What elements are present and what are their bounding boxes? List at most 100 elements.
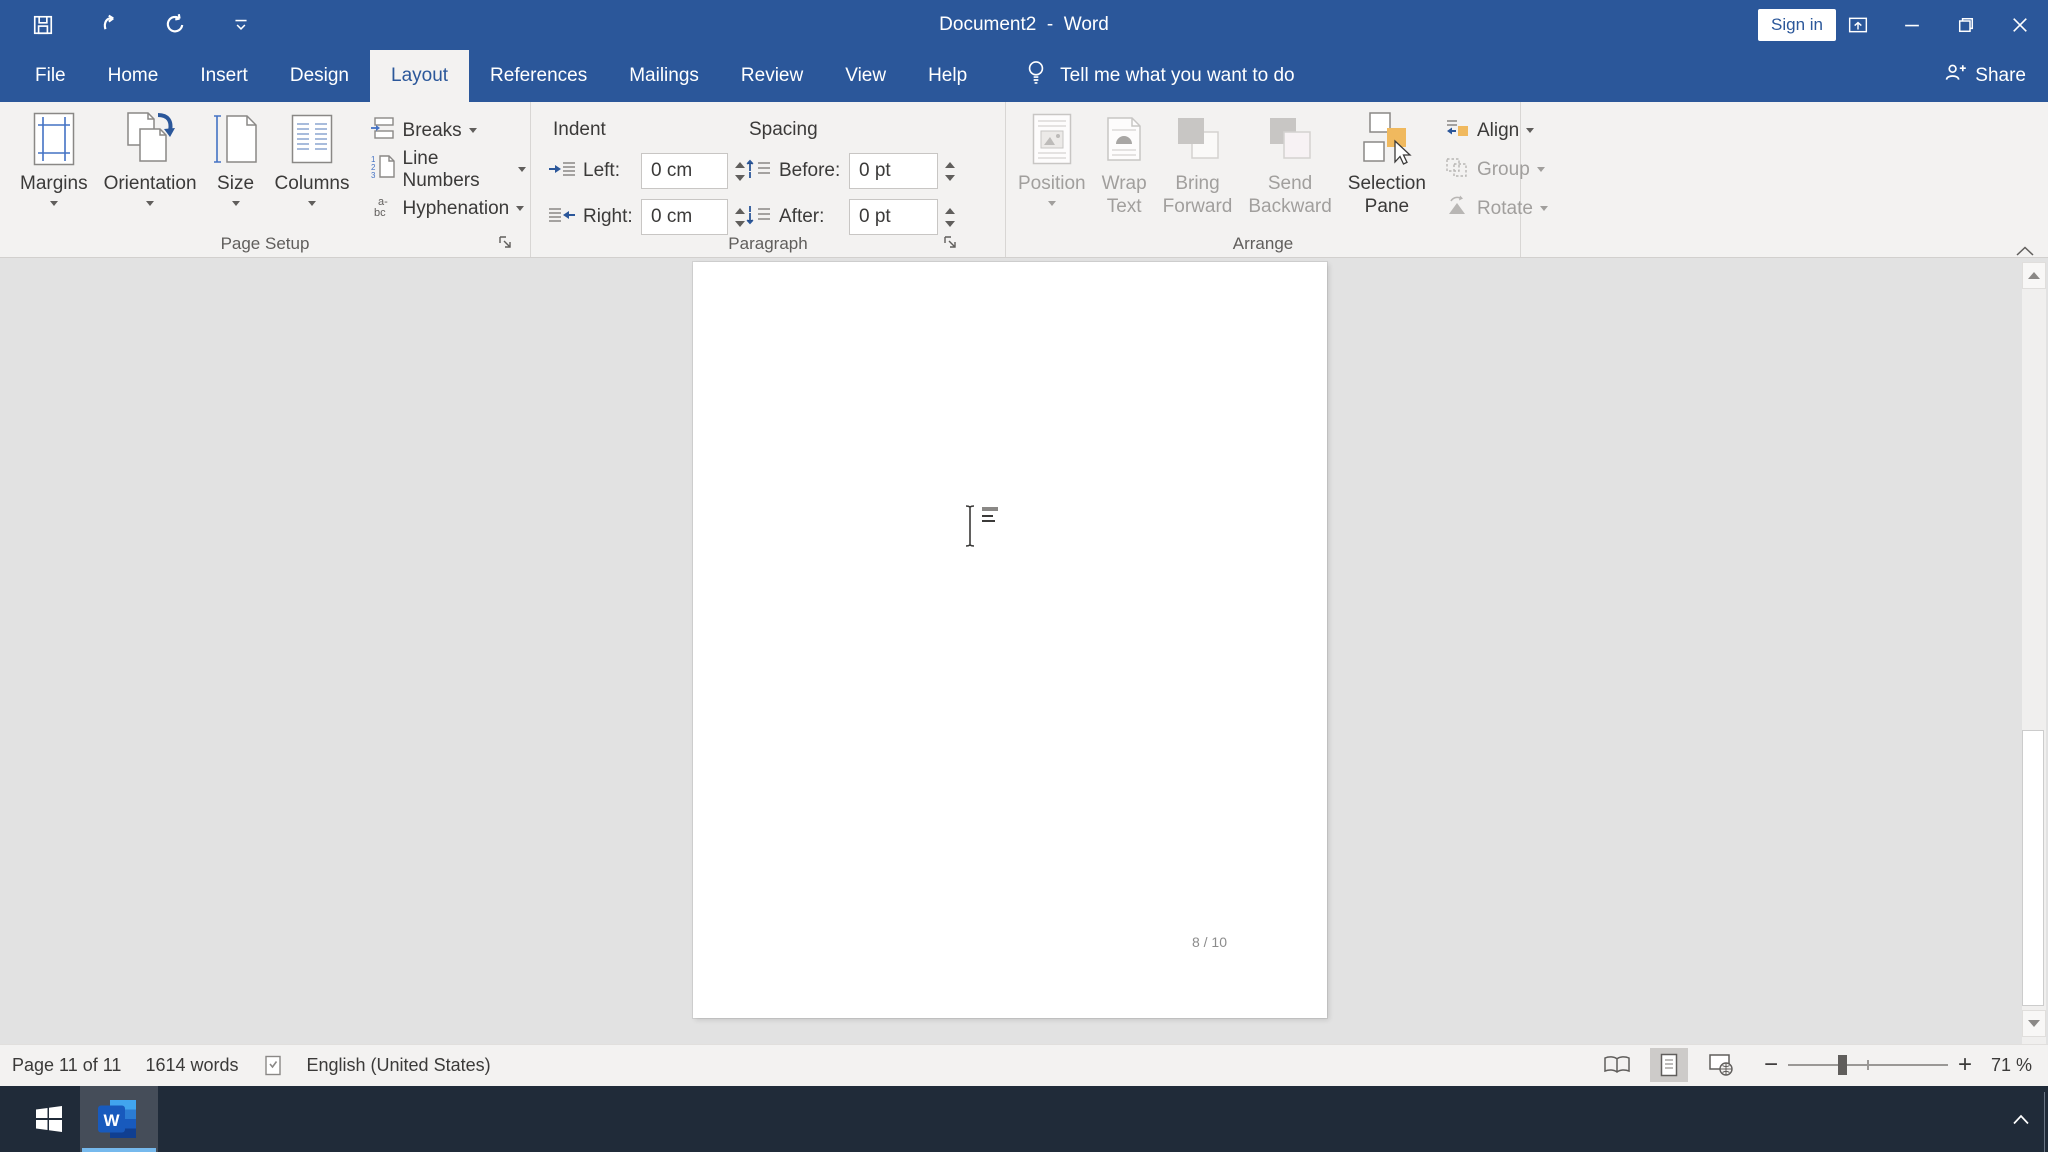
columns-button[interactable]: Columns xyxy=(267,102,358,224)
save-icon[interactable] xyxy=(30,12,56,38)
scroll-down-icon[interactable] xyxy=(2022,1010,2046,1037)
spin-down-icon[interactable] xyxy=(735,175,745,181)
group-paragraph: Indent Spacing Left: Right: xyxy=(531,102,1006,257)
undo-icon[interactable] xyxy=(96,12,122,38)
tab-home[interactable]: Home xyxy=(87,50,180,102)
spin-up-icon[interactable] xyxy=(735,208,745,214)
page-setup-dialog-launcher-icon[interactable] xyxy=(497,234,514,251)
word-count[interactable]: 1614 words xyxy=(145,1055,238,1076)
customize-qat-icon[interactable] xyxy=(228,12,254,38)
windows-start-icon[interactable] xyxy=(18,1086,80,1152)
share-button[interactable]: Share xyxy=(1943,50,2026,102)
rotate-caret xyxy=(1540,206,1548,211)
indent-heading: Indent xyxy=(553,119,606,141)
spacing-after-spinner[interactable] xyxy=(945,208,955,227)
window-controls xyxy=(1844,0,2034,50)
svg-text:W: W xyxy=(103,1111,120,1130)
spin-up-icon[interactable] xyxy=(735,162,745,168)
rotate-button[interactable]: Rotate xyxy=(1440,189,1552,228)
language-indicator[interactable]: English (United States) xyxy=(307,1055,491,1076)
text-cursor-icon xyxy=(952,500,1016,557)
sign-in-button[interactable]: Sign in xyxy=(1758,9,1836,41)
spin-up-icon[interactable] xyxy=(945,162,955,168)
indent-left-input[interactable] xyxy=(641,153,728,189)
indent-right-label: Right: xyxy=(583,206,635,228)
bring-forward-icon xyxy=(1174,109,1222,169)
hyphenation-button[interactable]: a- bc Hyphenation xyxy=(366,189,530,228)
repeat-icon[interactable] xyxy=(162,12,188,38)
tab-help[interactable]: Help xyxy=(907,50,988,102)
size-label: Size xyxy=(217,172,254,195)
orientation-icon xyxy=(122,109,178,169)
wrap-text-icon xyxy=(1106,109,1142,169)
indent-left-icon xyxy=(547,157,577,186)
tab-mailings[interactable]: Mailings xyxy=(608,50,720,102)
bring-forward-button[interactable]: Bring Forward xyxy=(1155,102,1241,224)
show-desktop-edge[interactable] xyxy=(2044,1092,2045,1152)
indent-right-icon xyxy=(547,203,577,232)
spell-check-icon[interactable] xyxy=(263,1054,283,1078)
zoom-out-icon[interactable]: − xyxy=(1764,1055,1778,1075)
tab-layout[interactable]: Layout xyxy=(370,50,469,102)
ribbon: Margins Orientation xyxy=(0,102,2048,258)
vertical-scrollbar[interactable] xyxy=(2022,262,2046,1044)
zoom-slider[interactable] xyxy=(1788,1055,1948,1075)
selection-pane-button[interactable]: Selection Pane xyxy=(1340,102,1434,224)
restore-button[interactable] xyxy=(1952,11,1980,39)
spin-down-icon[interactable] xyxy=(945,221,955,227)
breaks-button[interactable]: Breaks xyxy=(366,111,530,150)
breaks-icon xyxy=(370,116,396,145)
group-objects-icon xyxy=(1444,156,1470,183)
spacing-before-spinner[interactable] xyxy=(945,162,955,181)
tab-review[interactable]: Review xyxy=(720,50,824,102)
spin-up-icon[interactable] xyxy=(945,208,955,214)
arrange-group-label: Arrange xyxy=(1006,234,1520,254)
page-indicator[interactable]: Page 11 of 11 xyxy=(12,1055,121,1076)
document-page[interactable]: 8 / 10 xyxy=(693,262,1327,1018)
zoom-percentage[interactable]: 71 % xyxy=(1982,1055,2032,1076)
indent-right-input[interactable] xyxy=(641,199,728,235)
scroll-up-icon[interactable] xyxy=(2022,262,2046,289)
align-button[interactable]: Align xyxy=(1440,111,1552,150)
page-size-icon xyxy=(213,109,259,169)
close-button[interactable] xyxy=(2006,11,2034,39)
minimize-button[interactable] xyxy=(1898,11,1926,39)
spin-down-icon[interactable] xyxy=(735,221,745,227)
line-numbers-button[interactable]: 1 2 3 Line Numbers xyxy=(366,150,530,189)
indent-left-spinner[interactable] xyxy=(735,162,745,181)
wrap-text-button[interactable]: Wrap Text xyxy=(1094,102,1155,224)
title-bar: Document2 - Word Sign in xyxy=(0,0,2048,50)
tab-file[interactable]: File xyxy=(14,50,87,102)
line-numbers-caret xyxy=(518,167,526,172)
group-button[interactable]: Group xyxy=(1440,150,1552,189)
collapse-ribbon-icon[interactable] xyxy=(2014,244,2036,258)
tab-design[interactable]: Design xyxy=(269,50,370,102)
send-backward-button[interactable]: Send Backward xyxy=(1240,102,1339,224)
orientation-label: Orientation xyxy=(104,172,197,195)
paragraph-dialog-launcher-icon[interactable] xyxy=(942,234,959,251)
show-hidden-icons-icon[interactable] xyxy=(2006,1104,2036,1134)
zoom-in-icon[interactable]: + xyxy=(1958,1055,1972,1075)
spacing-before-input[interactable] xyxy=(849,153,938,189)
document-canvas[interactable]: 8 / 10 xyxy=(0,258,2048,1044)
breaks-caret xyxy=(469,128,477,133)
tab-references[interactable]: References xyxy=(469,50,608,102)
scrollbar-thumb[interactable] xyxy=(2022,730,2044,1006)
spin-down-icon[interactable] xyxy=(945,175,955,181)
ribbon-display-options-icon[interactable] xyxy=(1844,11,1872,39)
tab-view[interactable]: View xyxy=(824,50,907,102)
print-layout-icon[interactable] xyxy=(1650,1048,1688,1082)
margins-button[interactable]: Margins xyxy=(12,102,96,224)
tell-me-box[interactable]: Tell me what you want to do xyxy=(1024,50,1294,102)
spacing-before-row: Before: xyxy=(745,151,955,191)
read-mode-icon[interactable] xyxy=(1598,1048,1636,1082)
web-layout-icon[interactable] xyxy=(1702,1048,1740,1082)
tab-insert[interactable]: Insert xyxy=(179,50,269,102)
position-button[interactable]: Position xyxy=(1010,102,1094,224)
zoom-slider-handle[interactable] xyxy=(1838,1055,1847,1075)
taskbar-word-app[interactable]: W xyxy=(80,1086,158,1152)
spacing-after-input[interactable] xyxy=(849,199,938,235)
size-button[interactable]: Size xyxy=(205,102,267,224)
indent-right-spinner[interactable] xyxy=(735,208,745,227)
orientation-button[interactable]: Orientation xyxy=(96,102,205,224)
